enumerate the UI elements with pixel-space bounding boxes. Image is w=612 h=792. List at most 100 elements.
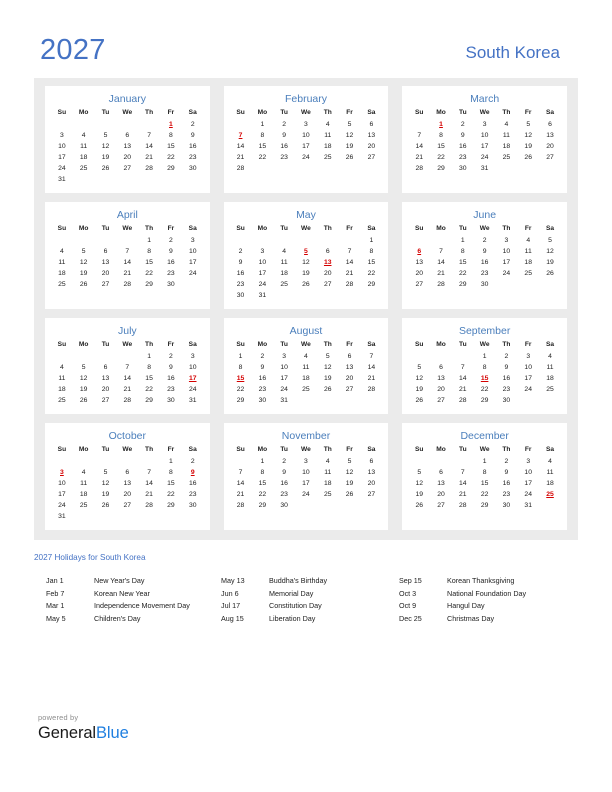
day-cell[interactable]: 6 <box>317 246 339 257</box>
day-cell[interactable]: 23 <box>251 384 273 395</box>
day-cell[interactable]: 18 <box>295 373 317 384</box>
day-cell[interactable]: 29 <box>474 395 496 406</box>
day-cell[interactable]: 31 <box>273 395 295 406</box>
day-cell[interactable]: 26 <box>339 489 361 500</box>
day-cell[interactable]: 28 <box>230 500 252 511</box>
day-cell[interactable]: 17 <box>51 152 73 163</box>
day-cell[interactable]: 20 <box>430 489 452 500</box>
day-cell[interactable]: 4 <box>51 246 73 257</box>
day-cell[interactable]: 22 <box>474 489 496 500</box>
day-cell[interactable]: 25 <box>317 489 339 500</box>
day-cell[interactable]: 22 <box>452 268 474 279</box>
day-cell[interactable]: 30 <box>251 395 273 406</box>
day-cell[interactable]: 29 <box>474 500 496 511</box>
day-cell[interactable]: 25 <box>517 268 539 279</box>
day-cell[interactable]: 25 <box>496 152 518 163</box>
day-cell[interactable]: 27 <box>317 279 339 290</box>
day-cell[interactable]: 7 <box>452 467 474 478</box>
day-cell[interactable]: 9 <box>182 130 204 141</box>
day-cell[interactable]: 20 <box>430 384 452 395</box>
day-cell[interactable]: 29 <box>160 163 182 174</box>
day-cell[interactable]: 10 <box>474 130 496 141</box>
day-cell[interactable]: 18 <box>73 489 95 500</box>
day-cell[interactable]: 15 <box>160 141 182 152</box>
day-cell[interactable]: 22 <box>474 384 496 395</box>
day-cell[interactable]: 12 <box>95 478 117 489</box>
day-cell[interactable]: 21 <box>452 384 474 395</box>
day-cell[interactable]: 1 <box>360 235 382 246</box>
day-cell[interactable]: 5 <box>339 119 361 130</box>
day-cell-holiday[interactable]: 5 <box>295 246 317 257</box>
day-cell[interactable]: 1 <box>138 235 160 246</box>
day-cell[interactable]: 30 <box>496 500 518 511</box>
day-cell[interactable]: 20 <box>317 268 339 279</box>
day-cell[interactable]: 7 <box>452 362 474 373</box>
day-cell[interactable]: 8 <box>474 362 496 373</box>
day-cell[interactable]: 17 <box>295 478 317 489</box>
day-cell[interactable]: 7 <box>339 246 361 257</box>
day-cell[interactable]: 25 <box>295 384 317 395</box>
day-cell[interactable]: 19 <box>73 268 95 279</box>
day-cell[interactable]: 22 <box>160 489 182 500</box>
day-cell[interactable]: 19 <box>408 384 430 395</box>
day-cell[interactable]: 9 <box>273 467 295 478</box>
day-cell[interactable]: 14 <box>116 257 138 268</box>
day-cell[interactable]: 18 <box>496 141 518 152</box>
day-cell[interactable]: 28 <box>408 163 430 174</box>
day-cell[interactable]: 15 <box>360 257 382 268</box>
day-cell[interactable]: 10 <box>295 467 317 478</box>
day-cell[interactable]: 17 <box>51 489 73 500</box>
day-cell[interactable]: 3 <box>295 456 317 467</box>
day-cell[interactable]: 28 <box>230 163 252 174</box>
day-cell[interactable]: 11 <box>73 478 95 489</box>
day-cell[interactable]: 28 <box>339 279 361 290</box>
day-cell[interactable]: 12 <box>295 257 317 268</box>
day-cell[interactable]: 6 <box>95 362 117 373</box>
day-cell[interactable]: 23 <box>452 152 474 163</box>
day-cell[interactable]: 27 <box>360 489 382 500</box>
day-cell[interactable]: 14 <box>138 478 160 489</box>
day-cell[interactable]: 31 <box>251 290 273 301</box>
day-cell[interactable]: 4 <box>317 119 339 130</box>
day-cell[interactable]: 24 <box>295 489 317 500</box>
day-cell[interactable]: 7 <box>430 246 452 257</box>
day-cell[interactable]: 10 <box>295 130 317 141</box>
day-cell[interactable]: 5 <box>73 362 95 373</box>
day-cell[interactable]: 18 <box>73 152 95 163</box>
day-cell[interactable]: 22 <box>430 152 452 163</box>
day-cell[interactable]: 19 <box>339 478 361 489</box>
day-cell[interactable]: 13 <box>116 478 138 489</box>
day-cell[interactable]: 14 <box>452 478 474 489</box>
day-cell[interactable]: 24 <box>474 152 496 163</box>
day-cell[interactable]: 13 <box>360 130 382 141</box>
day-cell[interactable]: 15 <box>138 257 160 268</box>
day-cell[interactable]: 29 <box>230 395 252 406</box>
day-cell[interactable]: 18 <box>539 478 561 489</box>
day-cell[interactable]: 5 <box>539 235 561 246</box>
day-cell[interactable]: 25 <box>51 395 73 406</box>
day-cell[interactable]: 4 <box>73 467 95 478</box>
day-cell[interactable]: 20 <box>360 141 382 152</box>
day-cell[interactable]: 21 <box>430 268 452 279</box>
day-cell[interactable]: 5 <box>317 351 339 362</box>
day-cell[interactable]: 8 <box>452 246 474 257</box>
day-cell[interactable]: 2 <box>496 351 518 362</box>
day-cell[interactable]: 4 <box>539 351 561 362</box>
day-cell[interactable]: 21 <box>408 152 430 163</box>
day-cell[interactable]: 5 <box>517 119 539 130</box>
day-cell[interactable]: 9 <box>452 130 474 141</box>
day-cell-holiday[interactable]: 15 <box>474 373 496 384</box>
day-cell[interactable]: 9 <box>230 257 252 268</box>
day-cell[interactable]: 4 <box>295 351 317 362</box>
day-cell[interactable]: 6 <box>116 130 138 141</box>
day-cell[interactable]: 18 <box>539 373 561 384</box>
day-cell[interactable]: 10 <box>182 362 204 373</box>
day-cell[interactable]: 5 <box>95 130 117 141</box>
day-cell[interactable]: 20 <box>116 489 138 500</box>
day-cell[interactable]: 18 <box>51 384 73 395</box>
day-cell[interactable]: 3 <box>51 130 73 141</box>
day-cell[interactable]: 27 <box>430 395 452 406</box>
day-cell[interactable]: 20 <box>539 141 561 152</box>
day-cell[interactable]: 29 <box>138 395 160 406</box>
day-cell[interactable]: 26 <box>408 395 430 406</box>
